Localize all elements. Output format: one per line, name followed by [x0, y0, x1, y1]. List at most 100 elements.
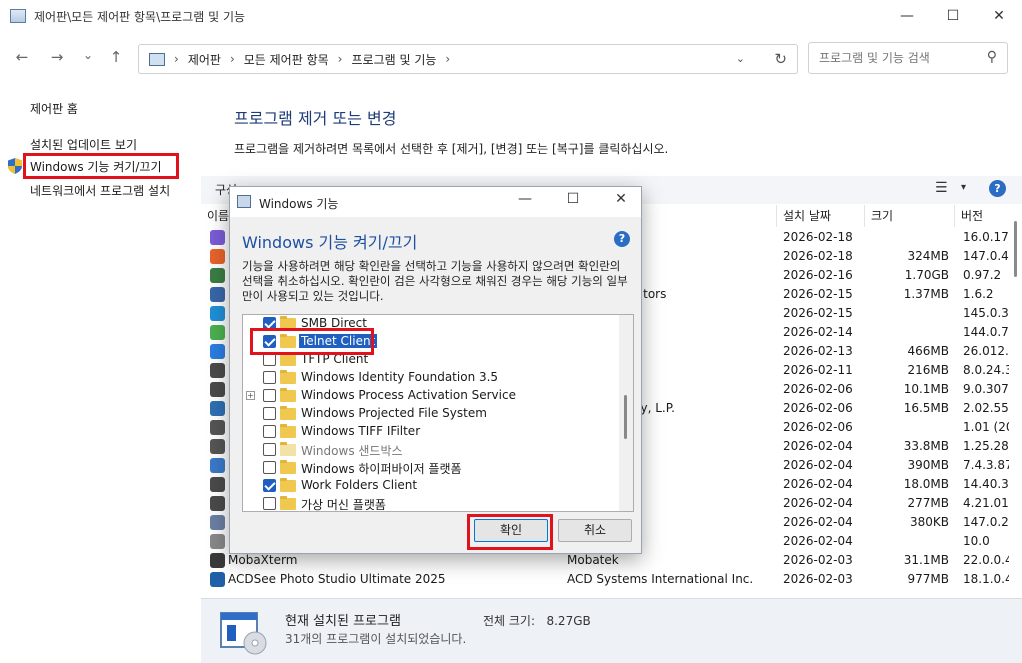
- minimize-button[interactable]: —: [884, 0, 930, 32]
- feature-label: Windows Process Activation Service: [301, 388, 516, 402]
- search-input[interactable]: [819, 43, 979, 73]
- network-install-link[interactable]: 네트워크에서 프로그램 설치: [30, 182, 170, 199]
- program-list-scrollbar[interactable]: [1012, 205, 1020, 595]
- program-row[interactable]: ACDSee Photo Studio Ultimate 2025 ACD Sys…: [201, 570, 1009, 589]
- feature-item[interactable]: Windows 하이퍼바이저 플랫폼: [243, 459, 617, 477]
- windows-features-icon: [237, 195, 251, 208]
- dialog-minimize-button[interactable]: —: [510, 191, 540, 213]
- feature-label: Windows Identity Foundation 3.5: [301, 370, 499, 384]
- program-size: 18.0MB: [903, 477, 949, 491]
- folder-icon: [280, 460, 296, 474]
- column-header-version[interactable]: 버전: [955, 205, 1010, 227]
- program-version: 147.0.2: [963, 515, 1009, 529]
- program-icon: [210, 306, 225, 321]
- feature-checkbox[interactable]: [263, 461, 276, 474]
- program-icon: [210, 230, 225, 245]
- program-install-date: 2026-02-16: [783, 268, 853, 282]
- help-icon[interactable]: ?: [989, 180, 1006, 197]
- program-install-date: 2026-02-18: [783, 230, 853, 244]
- uac-shield-icon: [8, 158, 22, 174]
- breadcrumb-separator[interactable]: ›: [230, 52, 235, 66]
- feature-checkbox[interactable]: [263, 389, 276, 402]
- breadcrumb-separator[interactable]: ›: [338, 52, 343, 66]
- cancel-button[interactable]: 취소: [558, 519, 632, 542]
- breadcrumb-programs-features[interactable]: 프로그램 및 기능: [351, 51, 436, 68]
- control-panel-icon: [10, 9, 26, 23]
- feature-label: Work Folders Client: [301, 478, 418, 492]
- views-dropdown-icon[interactable]: ▾: [961, 182, 966, 193]
- folder-icon: [280, 388, 296, 402]
- control-panel-icon: [149, 52, 165, 66]
- feature-label: Windows TIFF IFilter: [301, 424, 421, 438]
- feature-checkbox[interactable]: [263, 443, 276, 456]
- program-install-date: 2026-02-13: [783, 344, 853, 358]
- installed-updates-link[interactable]: 설치된 업데이트 보기: [30, 136, 137, 153]
- refresh-icon[interactable]: ↻: [774, 50, 787, 68]
- feature-checkbox[interactable]: [263, 497, 276, 510]
- breadcrumb-separator[interactable]: ›: [445, 52, 450, 66]
- feature-item[interactable]: Windows 샌드박스: [243, 441, 617, 459]
- feature-item[interactable]: Windows TIFF IFilter: [243, 423, 617, 441]
- breadcrumb-all-items[interactable]: 모든 제어판 항목: [244, 51, 329, 68]
- feature-label: Windows Projected File System: [301, 406, 487, 420]
- program-install-date: 2026-02-14: [783, 325, 853, 339]
- maximize-button[interactable]: ☐: [930, 0, 976, 32]
- scrollbar-thumb[interactable]: [1014, 221, 1017, 277]
- back-button[interactable]: ←: [10, 48, 34, 68]
- folder-icon: [280, 352, 296, 366]
- dialog-title: Windows 기능: [259, 197, 339, 211]
- recent-locations-button[interactable]: ⌄: [76, 48, 100, 68]
- feature-checkbox[interactable]: [263, 425, 276, 438]
- feature-label: Windows 하이퍼바이저 플랫폼: [301, 462, 462, 476]
- program-install-date: 2026-02-06: [783, 401, 853, 415]
- program-version: 147.0.4: [963, 249, 1009, 263]
- column-header-installed[interactable]: 설치 날짜: [777, 205, 865, 227]
- views-icon[interactable]: ☰: [935, 180, 948, 196]
- program-version: 10.0: [963, 534, 990, 548]
- installed-programs-count: 31개의 프로그램이 설치되었습니다.: [285, 632, 467, 646]
- forward-button[interactable]: →: [45, 48, 69, 68]
- program-size: 1.37MB: [903, 287, 949, 301]
- control-panel-home-link[interactable]: 제어판 홈: [30, 100, 78, 117]
- dialog-close-button[interactable]: ✕: [606, 191, 636, 213]
- search-icon[interactable]: ⚲: [987, 49, 997, 65]
- program-version: 145.0.3: [963, 306, 1009, 320]
- total-size: 전체 크기: 8.27GB: [483, 612, 591, 629]
- address-dropdown-icon[interactable]: ⌄: [736, 52, 745, 65]
- program-size: 466MB: [907, 344, 950, 358]
- feature-checkbox[interactable]: [263, 371, 276, 384]
- program-version: 1.25.28: [963, 439, 1009, 453]
- features-scrollbar[interactable]: [619, 315, 633, 511]
- program-icon: [210, 572, 225, 587]
- feature-checkbox[interactable]: [263, 407, 276, 420]
- search-box[interactable]: ⚲: [808, 42, 1008, 74]
- program-size: 16.5MB: [903, 401, 949, 415]
- program-icon: [210, 553, 225, 568]
- program-name: ACDSee Photo Studio Ultimate 2025: [228, 572, 446, 586]
- feature-checkbox[interactable]: [263, 479, 276, 492]
- navigation-bar: ← → ⌄ ↑ › 제어판 › 모든 제어판 항목 › 프로그램 및 기능 › …: [0, 38, 1022, 78]
- breadcrumb-control-panel[interactable]: 제어판: [188, 51, 221, 68]
- expand-icon[interactable]: +: [246, 391, 255, 400]
- dialog-maximize-button[interactable]: ☐: [558, 191, 588, 213]
- program-install-date: 2026-02-04: [783, 515, 853, 529]
- program-icon: [210, 534, 225, 549]
- program-icon: [210, 344, 225, 359]
- program-install-date: 2026-02-04: [783, 496, 853, 510]
- feature-item[interactable]: Windows Identity Foundation 3.5: [243, 369, 617, 387]
- address-bar[interactable]: › 제어판 › 모든 제어판 항목 › 프로그램 및 기능 › ⌄ ↻: [138, 44, 798, 74]
- dialog-description: 기능을 사용하려면 해당 확인란을 선택하고 기능을 사용하지 않으려면 확인란…: [242, 259, 628, 303]
- program-icon: [210, 325, 225, 340]
- feature-item[interactable]: Work Folders Client: [243, 477, 617, 495]
- column-header-size[interactable]: 크기: [865, 205, 955, 227]
- feature-item[interactable]: 가상 머신 플랫폼: [243, 495, 617, 511]
- scrollbar-thumb[interactable]: [624, 395, 627, 439]
- program-install-date: 2026-02-18: [783, 249, 853, 263]
- program-icon: [210, 458, 225, 473]
- dialog-help-icon[interactable]: ?: [614, 231, 630, 247]
- close-button[interactable]: ✕: [976, 0, 1022, 32]
- window-title: 제어판\모든 제어판 항목\프로그램 및 기능: [34, 9, 246, 24]
- feature-item[interactable]: + Windows Process Activation Service: [243, 387, 617, 405]
- feature-item[interactable]: Windows Projected File System: [243, 405, 617, 423]
- up-button[interactable]: ↑: [104, 48, 128, 68]
